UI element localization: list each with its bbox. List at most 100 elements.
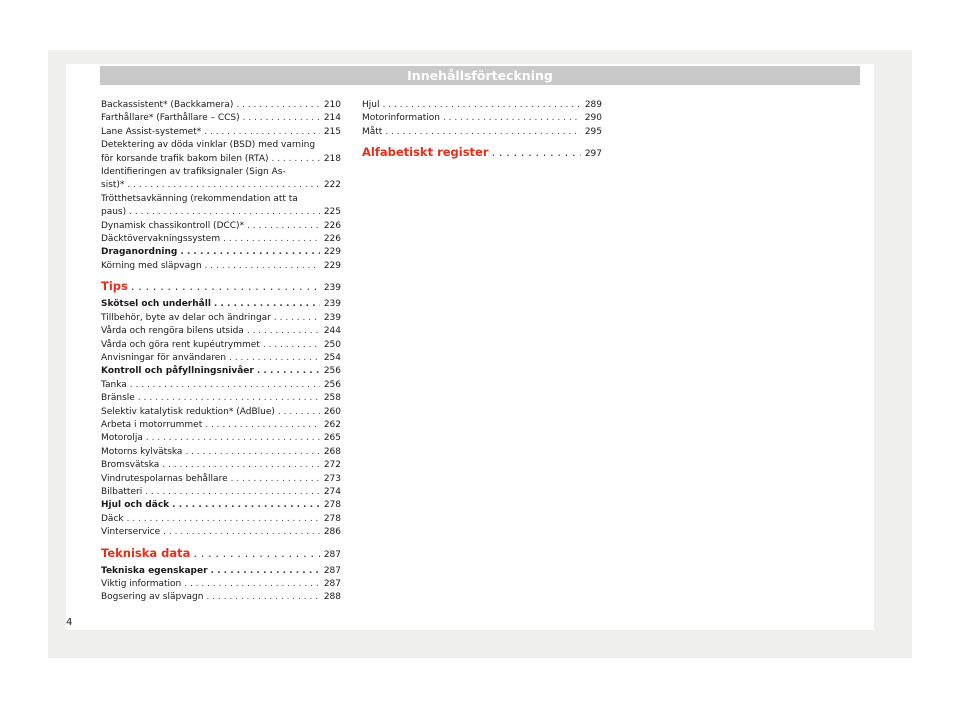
toc-entry-text: Vårda och göra rent kupéutrymmet <box>101 339 260 350</box>
toc-entry[interactable]: Draganordning 229 <box>101 246 341 259</box>
dot-leader <box>162 459 320 472</box>
toc-entry[interactable]: Körning med släpvagn 229 <box>101 260 341 273</box>
toc-entry[interactable]: Skötsel och underhåll 239 <box>101 298 341 311</box>
dot-leader <box>204 126 320 139</box>
toc-entry-text: Trötthetsavkänning (rekommendation att t… <box>101 193 298 204</box>
toc-entry[interactable]: Motorolja 265 <box>101 432 341 445</box>
toc-page-number: 250 <box>323 339 341 350</box>
toc-page-number: 226 <box>323 234 341 245</box>
toc-entry[interactable]: Trötthetsavkänning (rekommendation att t… <box>101 193 341 220</box>
dot-leader <box>131 277 320 296</box>
toc-entry[interactable]: Identifieringen av trafiksignaler (Sign … <box>101 166 341 193</box>
toc-entry[interactable]: Bränsle 258 <box>101 392 341 405</box>
toc-page-number: 226 <box>323 220 341 231</box>
toc-entry-text: Bromsvätska <box>101 460 160 471</box>
dot-leader <box>206 591 320 604</box>
toc-entry[interactable]: Bogsering av släpvagn 288 <box>101 591 341 604</box>
toc-entry-text: Tanka <box>101 379 127 390</box>
dot-leader <box>229 352 320 365</box>
toc-entry[interactable]: Lane Assist-systemet* 215 <box>101 126 341 139</box>
toc-entry[interactable]: Anvisningar för användaren 254 <box>101 352 341 365</box>
dot-leader <box>127 513 320 526</box>
toc-entry-text: sist)* <box>101 180 125 191</box>
dot-leader <box>492 143 581 162</box>
toc-entry[interactable]: Däck 278 <box>101 513 341 526</box>
toc-entry-text: Motorinformation <box>362 113 440 124</box>
toc-entry[interactable]: Bromsvätska 272 <box>101 459 341 472</box>
toc-page-number: 278 <box>323 500 341 511</box>
toc-page-number: 272 <box>323 460 341 471</box>
toc-entry[interactable]: Vinterservice 286 <box>101 526 341 539</box>
toc-page-number: 229 <box>323 260 341 271</box>
toc-page-number: 273 <box>323 473 341 484</box>
toc-entry[interactable]: Backassistent* (Backkamera) 210 <box>101 99 341 112</box>
toc-entry[interactable]: Viktig information 287 <box>101 578 341 591</box>
toc-entry-text: Selektiv katalytisk reduktion* (AdBlue) <box>101 406 275 417</box>
toc-entry[interactable]: Tillbehör, byte av delar och ändringar 23… <box>101 312 341 325</box>
toc-page-number: 258 <box>323 393 341 404</box>
toc-entry[interactable]: Tekniska egenskaper 287 <box>101 565 341 578</box>
dot-leader <box>214 298 320 311</box>
toc-entry[interactable]: Motorns kylvätska 268 <box>101 446 341 459</box>
toc-page-number: 289 <box>584 100 602 110</box>
toc-page-number: 268 <box>323 446 341 457</box>
toc-page-number: 222 <box>323 180 341 191</box>
toc-entry-text: Däcktövervakningssystem <box>101 234 221 245</box>
toc-entry[interactable]: Kontroll och påfyllningsnivåer 256 <box>101 365 341 378</box>
toc-page-number: 239 <box>323 283 341 294</box>
toc-entry-text: Däck <box>101 513 124 524</box>
toc-entry-text: paus) <box>101 207 127 218</box>
toc-entry[interactable]: Farthållare* (Farthållare – CCS) 214 <box>101 112 341 125</box>
toc-entry-text: Tekniska data <box>101 545 191 560</box>
toc-page-number: 287 <box>323 549 341 560</box>
toc-entry-text: Bogsering av släpvagn <box>101 592 204 603</box>
toc-right-column: Hjul 289 Motorinformation 290 Mått 295 Alfabet… <box>362 99 602 164</box>
toc-entry[interactable]: Tanka 256 <box>101 379 341 392</box>
toc-page-number: 239 <box>323 299 341 310</box>
toc-section-heading[interactable]: Tekniska data 287 <box>101 544 341 565</box>
dot-leader <box>163 526 320 539</box>
toc-entry[interactable]: Dynamisk chassikontroll (DCC)* 226 <box>101 220 341 233</box>
toc-entry[interactable]: Däcktövervakningssystem 226 <box>101 233 341 246</box>
toc-page-number: 215 <box>323 126 341 137</box>
dot-leader <box>382 99 581 112</box>
toc-entry-text: Dynamisk chassikontroll (DCC)* <box>101 220 245 231</box>
toc-entry[interactable]: Selektiv katalytisk reduktion* (AdBlue) 2… <box>101 406 341 419</box>
dot-leader <box>231 473 320 486</box>
dot-leader <box>180 246 320 259</box>
toc-page-number: 295 <box>584 126 602 137</box>
toc-entry-text: Tillbehör, byte av delar och ändringar <box>101 312 271 323</box>
toc-page-number: 274 <box>323 486 341 497</box>
toc-entry-text: för korsande trafik bakom bilen (RTA) <box>101 153 269 164</box>
dot-leader <box>127 179 320 192</box>
toc-entry-text: Viktig information <box>101 579 182 589</box>
toc-entry-text: Tekniska egenskaper <box>101 565 208 576</box>
toc-entry-text: Hjul <box>362 100 380 110</box>
dot-leader <box>385 126 581 139</box>
toc-entry-text: Hjul och däck <box>101 500 170 511</box>
toc-entry-text: Backassistent* (Backkamera) <box>101 100 234 110</box>
dot-leader <box>138 392 320 405</box>
toc-section-heading[interactable]: Tips 239 <box>101 277 341 298</box>
toc-entry[interactable]: Vårda och göra rent kupéutrymmet 250 <box>101 339 341 352</box>
toc-entry-text: Lane Assist-systemet* <box>101 126 202 137</box>
toc-section-heading[interactable]: Alfabetiskt register 297 <box>362 143 602 164</box>
toc-entry[interactable]: Hjul och däck 278 <box>101 499 341 512</box>
toc-entry-text: Körning med släpvagn <box>101 260 202 271</box>
dot-leader <box>263 339 320 352</box>
toc-entry[interactable]: Vårda och rengöra bilens utsida 244 <box>101 325 341 338</box>
toc-entry[interactable]: Bilbatteri 274 <box>101 486 341 499</box>
toc-entry-text: Kontroll och påfyllningsnivåer <box>101 366 254 377</box>
toc-entry[interactable]: Vindrutespolarnas behållare 273 <box>101 473 341 486</box>
toc-entry[interactable]: Arbeta i motorrummet 262 <box>101 419 341 432</box>
toc-page-number: 256 <box>323 366 341 377</box>
dot-leader <box>211 565 320 578</box>
dot-leader <box>271 153 320 166</box>
toc-entry[interactable]: Detektering av döda vinklar (BSD) med va… <box>101 139 341 166</box>
toc-page-number: 229 <box>323 247 341 258</box>
toc-entry[interactable]: Hjul 289 <box>362 99 602 112</box>
toc-entry[interactable]: Mått 295 <box>362 126 602 139</box>
toc-page-number: 260 <box>323 406 341 417</box>
toc-entry[interactable]: Motorinformation 290 <box>362 112 602 125</box>
toc-entry-text: Vårda och rengöra bilens utsida <box>101 326 244 337</box>
